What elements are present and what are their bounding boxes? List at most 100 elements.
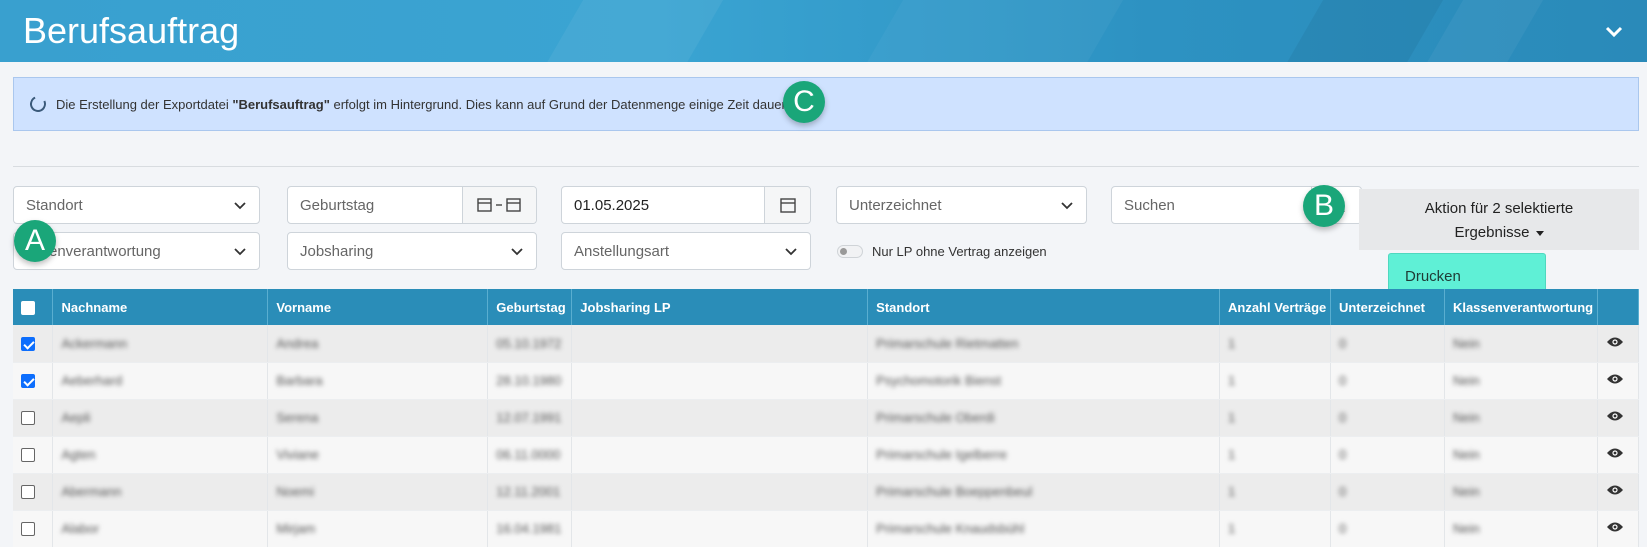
col-header[interactable]: Geburtstag — [487, 289, 573, 325]
eye-icon[interactable] — [1606, 336, 1624, 348]
page-title: Berufsauftrag — [23, 10, 240, 51]
jobsharing-select[interactable]: Jobsharing — [287, 232, 537, 270]
eye-icon[interactable] — [1606, 373, 1624, 385]
table-cell: 06.11.0000 — [487, 436, 573, 474]
row-checkbox[interactable] — [21, 411, 35, 426]
eye-icon[interactable] — [1606, 410, 1624, 422]
cell-value: Serena — [276, 410, 319, 425]
table-row[interactable]: Agten Viviane 06.11.0000 Primarschule Igelb… — [13, 436, 1640, 474]
table-cell: Primarschule Knaudsbühl — [867, 510, 1220, 547]
select-all-cell[interactable] — [13, 289, 54, 325]
cell-value: 1 — [1228, 373, 1236, 388]
view-cell[interactable] — [1597, 325, 1640, 363]
col-header[interactable]: Klassenverantwortung — [1444, 289, 1598, 325]
row-checkbox[interactable] — [21, 485, 35, 500]
chevron-down-icon — [511, 248, 523, 256]
chevron-down-icon — [234, 248, 246, 256]
table-cell: 1 — [1219, 362, 1331, 400]
row-select-cell[interactable] — [13, 436, 54, 474]
chevron-down-icon[interactable] — [1603, 20, 1625, 42]
eye-icon[interactable] — [1606, 521, 1624, 533]
row-select-cell[interactable] — [13, 399, 54, 437]
table-cell: Nein — [1444, 325, 1598, 363]
table-cell: Barbara — [267, 362, 489, 400]
row-select-cell[interactable] — [13, 473, 54, 511]
date-value: 01.05.2025 — [574, 196, 650, 214]
col-header[interactable]: Nachname — [52, 289, 269, 325]
date-range-button[interactable] — [462, 187, 536, 223]
cell-value: 1 — [1228, 447, 1236, 462]
cell-value: Andrea — [276, 335, 319, 351]
cell-value: Primarschule Boeppenbeul — [876, 484, 1033, 499]
table-cell: Viviane — [267, 436, 489, 474]
table-cell — [571, 436, 869, 474]
table-row[interactable]: Aeberhard Barbara 28.10.1980 Psychomotorik … — [13, 362, 1640, 400]
cell-value: 06.11.0000 — [496, 447, 561, 462]
annotation-badge-a: A — [14, 220, 56, 262]
table-cell: 1 — [1219, 473, 1331, 511]
cell-value: Aeberhard — [61, 373, 123, 388]
view-cell[interactable] — [1597, 436, 1640, 474]
table-cell: Noemi — [267, 473, 489, 511]
geburtstag-label: Geburtstag — [300, 196, 375, 214]
eye-icon[interactable] — [1606, 447, 1624, 459]
col-header[interactable]: Unterzeichnet — [1330, 289, 1445, 325]
anstellungsart-select[interactable]: Anstellungsart — [561, 232, 811, 270]
table-cell: Primarschule Rietmatten — [867, 325, 1220, 363]
bulk-action-button[interactable]: Aktion für 2 selektierte Ergebnisse — [1359, 189, 1639, 250]
row-checkbox[interactable] — [21, 522, 35, 537]
col-header-actions — [1597, 289, 1640, 325]
table-row[interactable]: Ackermann Andrea 05.10.1972 Primarschule Ri… — [13, 325, 1640, 363]
toggle-switch[interactable] — [837, 245, 863, 258]
cell-value: Primarschule Igelberre — [876, 447, 1007, 462]
view-cell[interactable] — [1597, 510, 1640, 547]
table-row[interactable]: Abermann Noemi 12.11.2001 Primarschule Boep… — [13, 473, 1640, 511]
cell-value: Nein — [1452, 484, 1480, 499]
cell-value: Aepli — [61, 410, 91, 425]
geburtstag-range-field[interactable]: Geburtstag — [287, 186, 537, 224]
view-cell[interactable] — [1597, 399, 1640, 437]
row-select-cell[interactable] — [13, 325, 54, 363]
unterzeichnet-select[interactable]: Unterzeichnet — [836, 186, 1087, 224]
table-cell: 12.07.1991 — [487, 399, 573, 437]
table-cell: Nein — [1444, 362, 1598, 400]
standort-select[interactable]: Standort — [13, 186, 260, 224]
table-cell — [571, 325, 869, 363]
cell-value: 1 — [1228, 484, 1236, 499]
table-cell: 0 — [1330, 473, 1445, 511]
view-cell[interactable] — [1597, 473, 1640, 511]
cell-value: 16.04.1981 — [496, 521, 562, 536]
cell-value: 1 — [1228, 521, 1236, 536]
col-header[interactable]: Anzahl Verträge — [1219, 289, 1331, 325]
table-cell: 16.04.1981 — [487, 510, 573, 547]
cell-value: 0 — [1338, 447, 1347, 462]
cell-value: Nein — [1452, 447, 1480, 462]
col-header[interactable]: Vorname — [267, 289, 489, 325]
results-table: Nachname Vorname Geburtstag Jobsharing L… — [13, 289, 1640, 547]
cell-value: Viviane — [276, 447, 319, 462]
table-cell: Psychomotorik Bienst — [867, 362, 1220, 400]
no-contract-toggle[interactable]: Nur LP ohne Vertrag anzeigen — [837, 244, 1047, 259]
select-all-checkbox[interactable] — [21, 300, 35, 315]
table-cell: Nein — [1444, 399, 1598, 437]
row-select-cell[interactable] — [13, 362, 54, 400]
table-row[interactable]: Aepli Serena 12.07.1991 Primarschule Oberdi… — [13, 399, 1640, 437]
table-cell: Nein — [1444, 436, 1598, 474]
row-checkbox[interactable] — [21, 448, 35, 463]
table-cell: Aeberhard — [52, 362, 269, 400]
chevron-down-icon — [234, 202, 246, 210]
row-checkbox[interactable] — [21, 374, 35, 389]
col-header[interactable]: Standort — [867, 289, 1220, 325]
cell-value: 0 — [1338, 484, 1347, 499]
table-row[interactable]: Alabor Mirjam 16.04.1981 Primarschule Knaud… — [13, 510, 1640, 547]
eye-icon[interactable] — [1606, 484, 1624, 496]
view-cell[interactable] — [1597, 362, 1640, 400]
row-checkbox[interactable] — [21, 337, 35, 352]
cell-value: 12.11.2001 — [496, 484, 561, 499]
cell-value: Noemi — [276, 484, 314, 499]
date-field[interactable]: 01.05.2025 — [561, 186, 811, 224]
col-header[interactable]: Jobsharing LP — [571, 289, 869, 325]
calendar-button[interactable] — [764, 187, 810, 223]
table-cell: 12.11.2001 — [487, 473, 573, 511]
row-select-cell[interactable] — [13, 510, 54, 547]
